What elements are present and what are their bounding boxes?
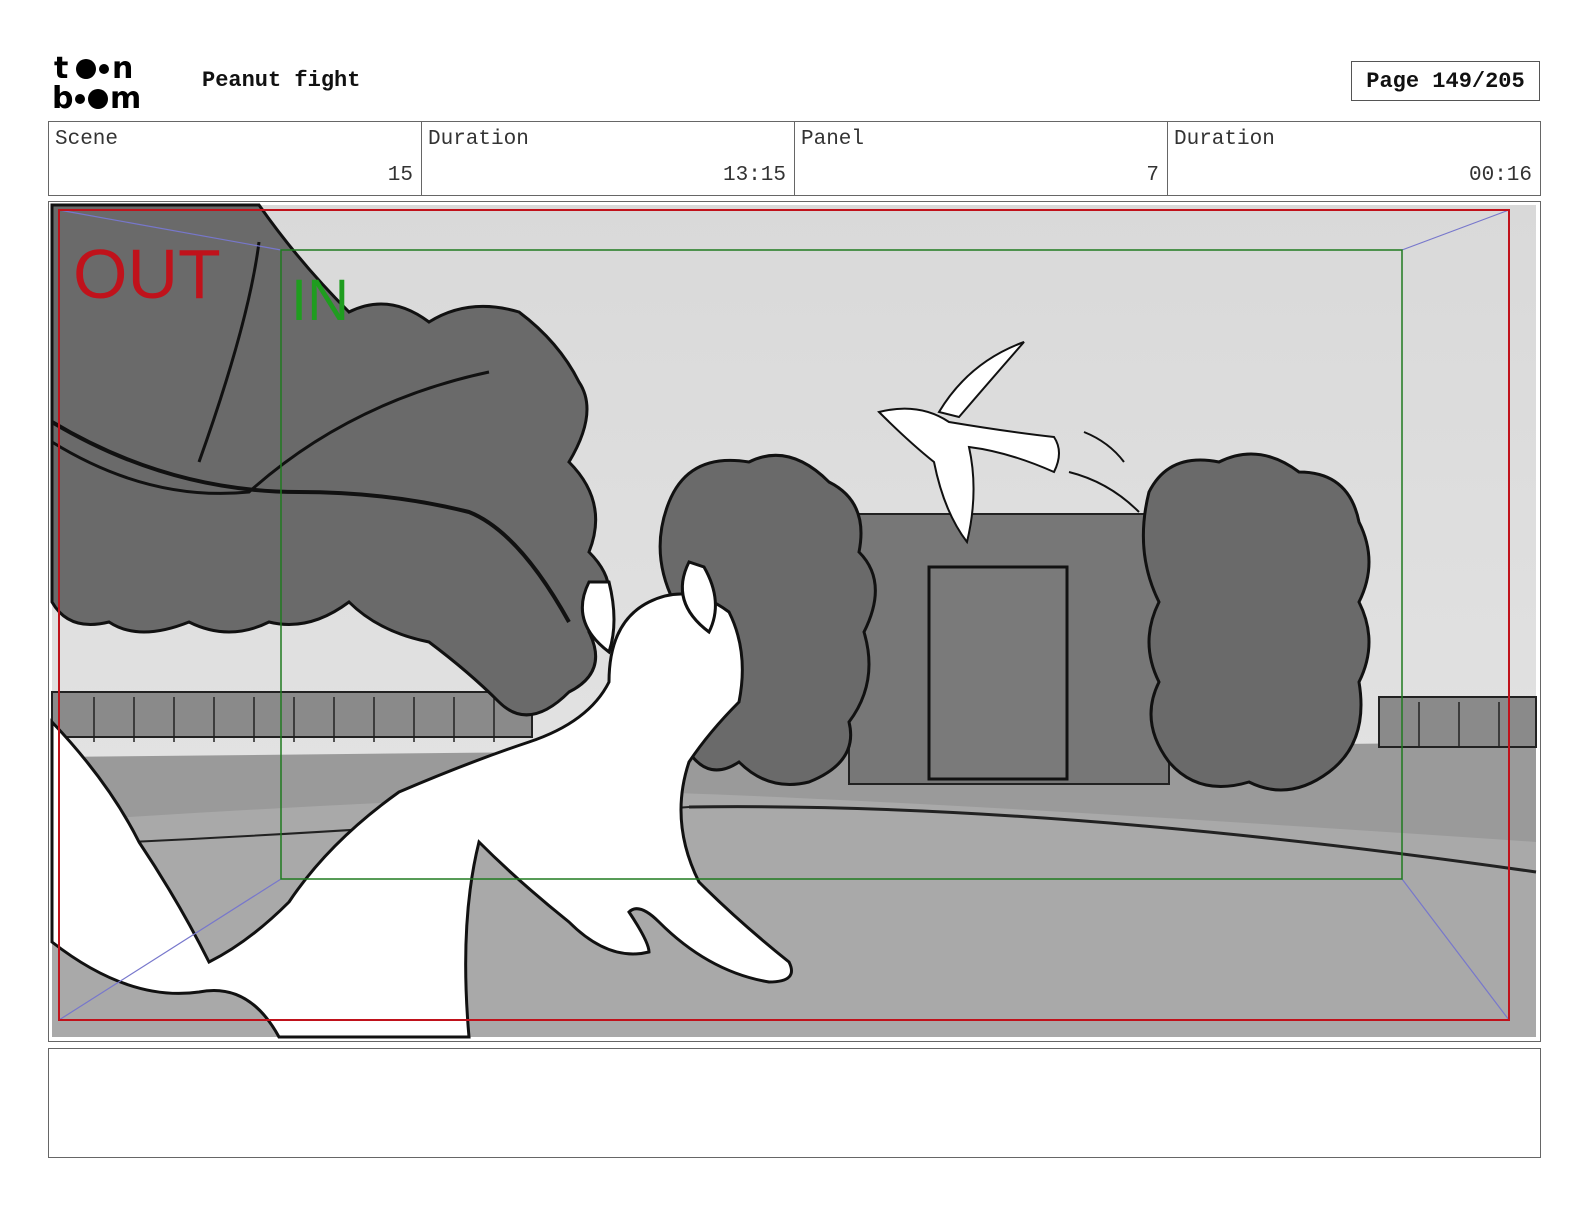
scene-label: Scene [55,128,119,151]
panel-label: Panel [801,128,865,151]
svg-text:b: b [52,81,73,112]
page-indicator: Page 149/205 [1351,61,1540,101]
panel-drawing: OUT IN [50,203,1537,1039]
panel-notes-box [48,1048,1541,1158]
scene-info-row: Scene 15 Duration 13:15 Panel 7 Duration… [48,121,1541,196]
out-label: OUT [73,235,221,313]
scene-duration-label: Duration [428,128,529,151]
project-title: Peanut fight [202,68,361,93]
panel-duration-cell: Duration 00:16 [1168,122,1540,195]
bush-right [1141,452,1371,792]
panel-value: 7 [1146,164,1159,187]
toon-boom-logo: t n b m [52,51,164,116]
scene-duration-cell: Duration 13:15 [422,122,795,195]
scene-value: 15 [387,164,413,187]
panel-cell: Panel 7 [795,122,1168,195]
storyboard-panel: OUT IN [48,201,1541,1042]
panel-duration-value: 00:16 [1468,164,1532,187]
scene-cell: Scene 15 [49,122,422,195]
svg-text:m: m [110,81,141,112]
scene-duration-value: 13:15 [722,164,786,187]
panel-duration-label: Duration [1174,128,1275,151]
in-label: IN [291,268,349,333]
